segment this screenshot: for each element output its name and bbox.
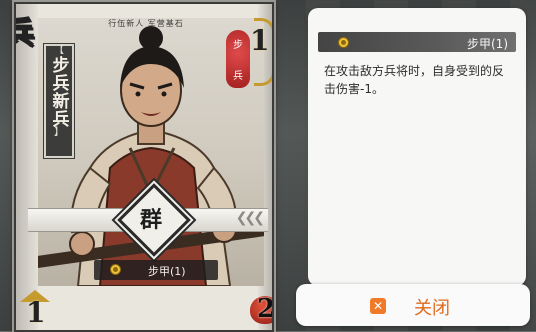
skill-description: 在攻击敌方兵将时，自身受到的反击伤害-1。 [324,64,505,96]
card-frame-left [16,4,38,330]
unit-card[interactable]: 行伍新人 军营基石 兵 【 步兵新兵 】 步 兵 1 ❮❮❮ 群 步甲(1) 1… [14,2,274,332]
close-button[interactable]: ✕ 关闭 [296,284,530,326]
name-bracket-open: 【 [54,45,64,56]
close-label: 关闭 [414,298,450,319]
skill-title: 步甲(1) [467,37,508,51]
card-suit-glyph: 兵 [16,8,35,52]
unit-type-top: 步 [233,40,243,51]
skill-detail-panel: 步甲(1) 在攻击敌方兵将时，自身受到的反击伤害-1。 [308,8,526,286]
durability-badge: 2 [248,292,274,326]
hp-badge: 1 [16,288,52,329]
durability-value: 2 [257,294,274,324]
close-icon: ✕ [370,298,386,314]
card-name: 步兵新兵 [48,56,69,128]
card-name-plate: 【 步兵新兵 】 [44,44,74,158]
skill-coin-icon [338,37,349,48]
attack-value: 1 [250,24,270,57]
name-bracket-close: 】 [54,127,64,138]
unit-type-bottom: 兵 [233,71,243,82]
card-subtitle: 行伍新人 军营基石 [108,19,184,28]
faction-label: 群 [139,207,162,233]
card-skill-bar[interactable]: 步甲(1) [94,260,218,280]
unit-type-badge: 步 兵 [226,30,250,88]
attack-badge: 1 [248,18,272,86]
skill-header: 步甲(1) [318,32,516,52]
card-skill-label: 步甲(1) [148,265,186,278]
skill-coin-icon [110,264,121,275]
hp-value: 1 [26,296,46,329]
chevron-left-icon: ❮❮❮ [235,210,265,226]
